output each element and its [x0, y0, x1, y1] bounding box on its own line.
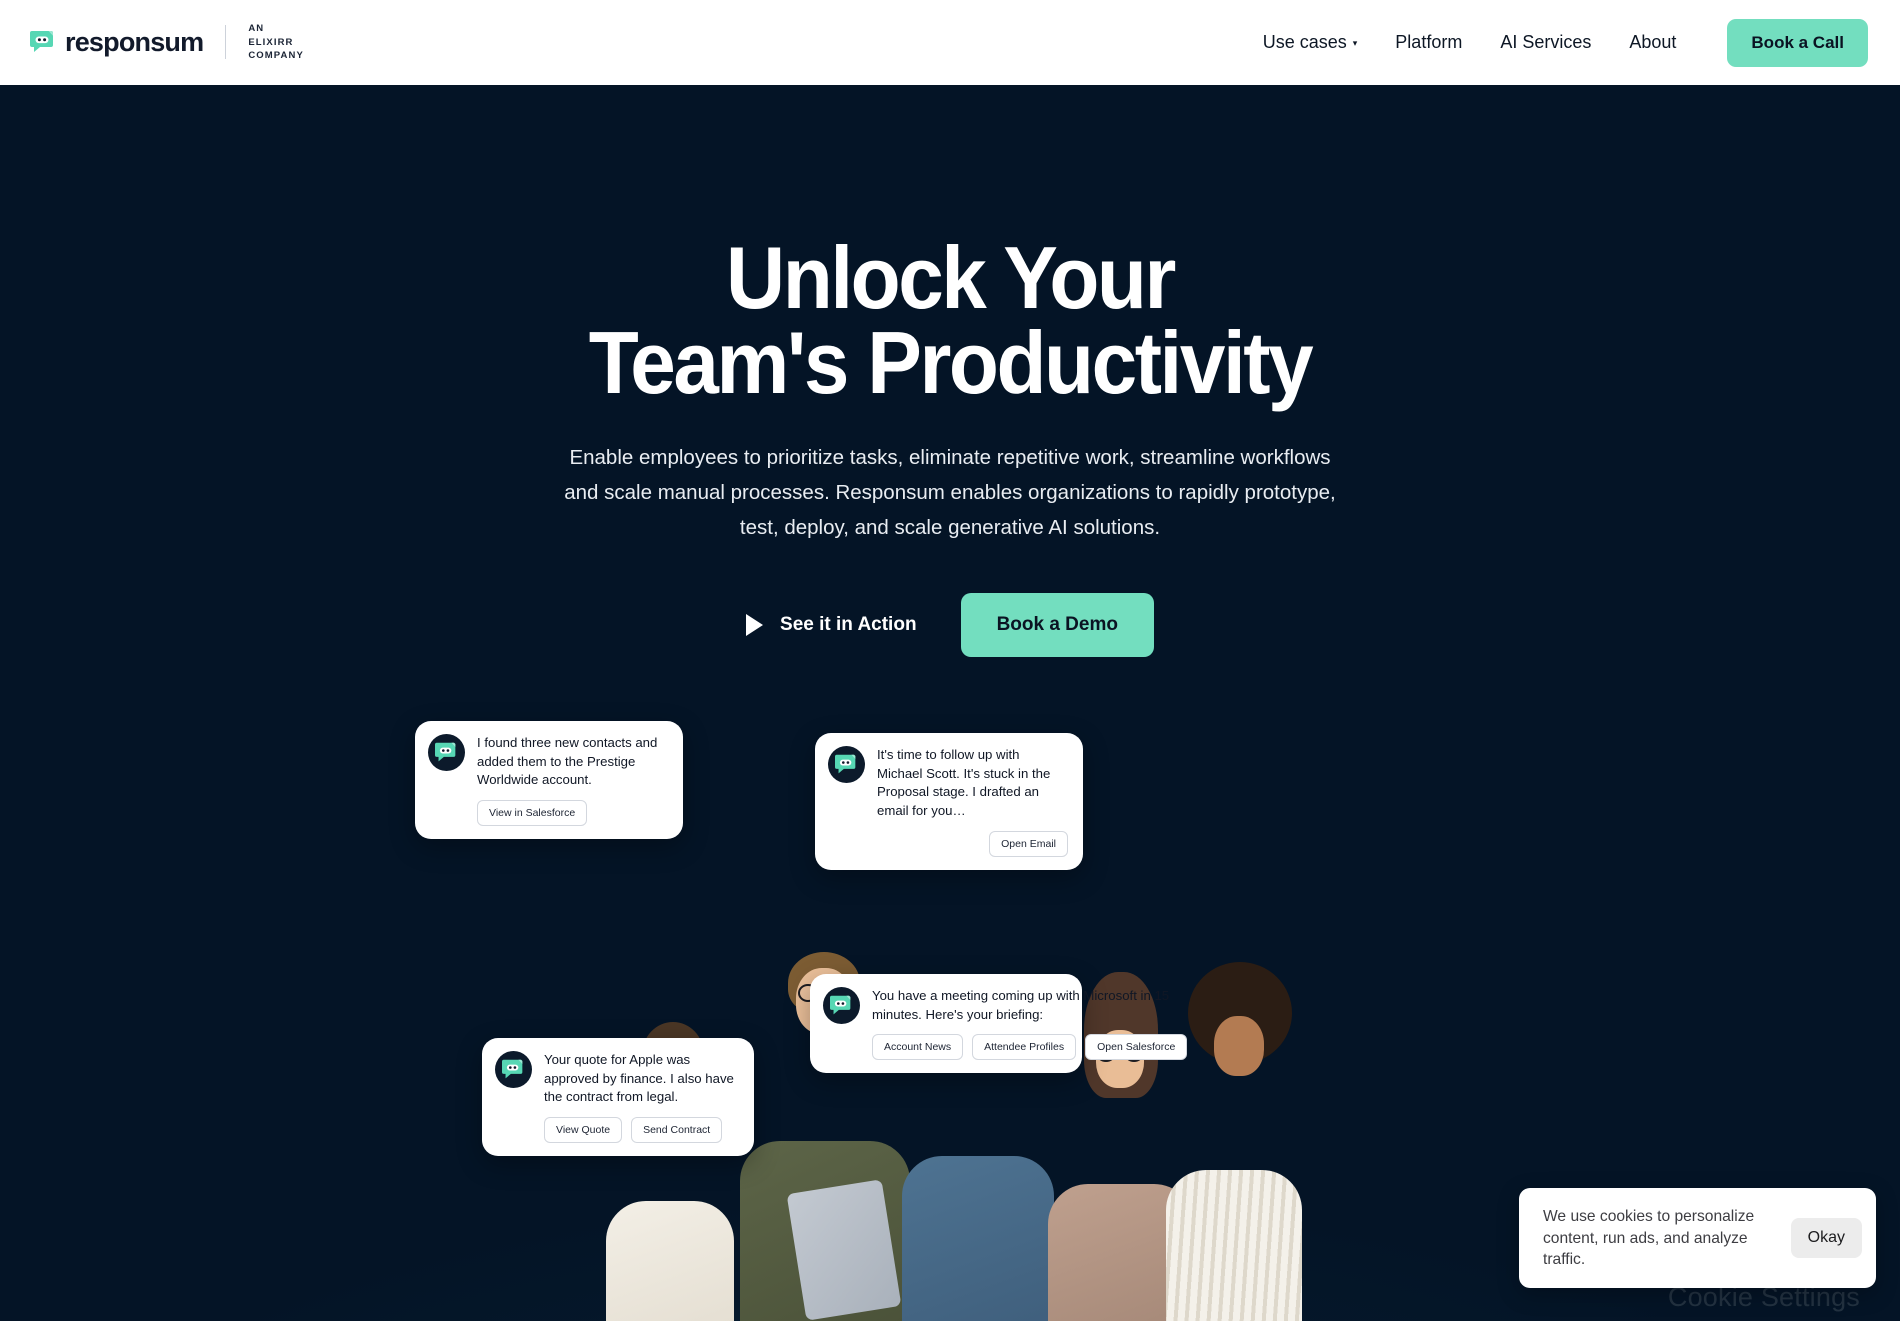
- headline-line-1: Unlock Your: [726, 228, 1176, 327]
- hero-subheading: Enable employees to prioritize tasks, el…: [564, 445, 1336, 540]
- parent-company-label: AN ELIXIRR COMPANY: [248, 22, 304, 62]
- open-salesforce-button[interactable]: Open Salesforce: [1085, 1034, 1188, 1061]
- chat-card-actions: Account News Attendee Profiles Open Sale…: [872, 1034, 1188, 1061]
- chat-card-quote: Your quote for Apple was approved by fin…: [482, 1038, 754, 1157]
- chat-card-text: I found three new contacts and added the…: [477, 735, 658, 788]
- brand-logo[interactable]: responsum: [30, 26, 204, 57]
- brand-lockup[interactable]: responsum AN ELIXIRR COMPANY: [30, 22, 304, 62]
- parent-company-line1: AN: [248, 23, 265, 35]
- headline-line-2: Team's Productivity: [588, 313, 1314, 413]
- chat-card-actions: Open Email: [877, 830, 1068, 857]
- laptop-icon: [786, 1179, 902, 1321]
- cookie-consent-banner: We use cookies to personalize content, r…: [1519, 1188, 1876, 1288]
- chat-card-body: You have a meeting coming up with Micros…: [872, 987, 1188, 1061]
- chat-card-contacts: I found three new contacts and added the…: [415, 721, 683, 840]
- parent-company-line3: COMPANY: [248, 50, 304, 62]
- account-news-button[interactable]: Account News: [872, 1034, 964, 1061]
- nav-item-platform[interactable]: Platform: [1376, 32, 1481, 53]
- book-a-call-button[interactable]: Book a Call: [1727, 18, 1868, 67]
- see-it-in-action-button[interactable]: See it in Action: [746, 614, 917, 637]
- cookie-message: We use cookies to personalize content, r…: [1543, 1208, 1755, 1268]
- page-title: Unlock Your Team's Productivity: [67, 228, 1834, 413]
- chat-card-text: Your quote for Apple was approved by fin…: [544, 1052, 734, 1105]
- nav-label-about: About: [1629, 32, 1677, 52]
- open-email-button[interactable]: Open Email: [989, 830, 1068, 857]
- hero-copy: Unlock Your Team's Productivity Enable e…: [0, 85, 1900, 658]
- bot-avatar-icon: [823, 987, 860, 1024]
- see-it-in-action-label: See it in Action: [780, 614, 917, 636]
- bot-avatar-icon: [828, 746, 865, 783]
- book-a-demo-button[interactable]: Book a Demo: [960, 593, 1154, 658]
- nav-item-ai-services[interactable]: AI Services: [1481, 32, 1610, 53]
- attendee-profiles-button[interactable]: Attendee Profiles: [972, 1034, 1077, 1061]
- chat-card-followup: It's time to follow up with Michael Scot…: [815, 733, 1083, 870]
- site-header: responsum AN ELIXIRR COMPANY Use cases ▾…: [0, 0, 1900, 85]
- main-navigation: Use cases ▾ Platform AI Services About B…: [1244, 18, 1868, 67]
- chevron-down-icon: ▾: [1352, 38, 1358, 48]
- chat-card-body: It's time to follow up with Michael Scot…: [877, 746, 1068, 857]
- brand-divider: [225, 25, 227, 60]
- chat-card-body: Your quote for Apple was approved by fin…: [544, 1051, 739, 1144]
- chat-card-body: I found three new contacts and added the…: [477, 734, 668, 827]
- nav-label-use-cases: Use cases: [1262, 32, 1347, 52]
- person-2: [730, 906, 920, 1321]
- bot-avatar-icon: [495, 1051, 532, 1088]
- chat-card-text: You have a meeting coming up with Micros…: [872, 988, 1170, 1022]
- nav-label-ai-services: AI Services: [1500, 32, 1592, 52]
- chat-card-actions: View Quote Send Contract: [544, 1117, 739, 1144]
- parent-company-line2: ELIXIRR: [248, 36, 294, 48]
- chat-card-actions: View in Salesforce: [477, 800, 668, 827]
- send-contract-button[interactable]: Send Contract: [631, 1117, 723, 1144]
- hero-section: Unlock Your Team's Productivity Enable e…: [0, 85, 1900, 1321]
- brand-wordmark: responsum: [65, 26, 204, 57]
- bot-avatar-icon: [428, 734, 465, 771]
- nav-item-use-cases[interactable]: Use cases ▾: [1244, 32, 1377, 53]
- nav-item-about[interactable]: About: [1610, 32, 1695, 53]
- chat-card-text: It's time to follow up with Michael Scot…: [877, 747, 1051, 819]
- view-in-salesforce-button[interactable]: View in Salesforce: [477, 800, 588, 827]
- chat-card-meeting: You have a meeting coming up with Micros…: [810, 974, 1188, 1074]
- cookie-accept-button[interactable]: Okay: [1790, 1218, 1862, 1259]
- view-quote-button[interactable]: View Quote: [544, 1117, 623, 1144]
- responsum-chat-bot-icon: [30, 29, 56, 55]
- play-icon: [746, 614, 764, 637]
- hero-cta-row: See it in Action Book a Demo: [0, 593, 1900, 658]
- nav-label-platform: Platform: [1395, 32, 1463, 52]
